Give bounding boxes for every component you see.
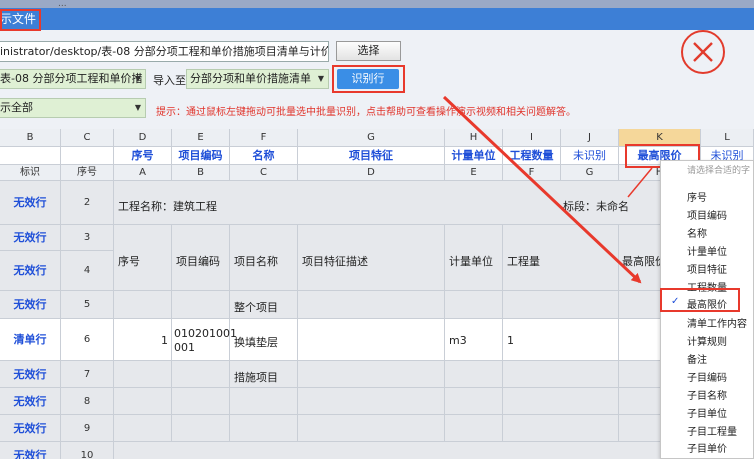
arrow-short	[627, 167, 653, 198]
annotation-arrows	[442, 95, 653, 284]
arrow-to-field-list	[442, 95, 642, 284]
